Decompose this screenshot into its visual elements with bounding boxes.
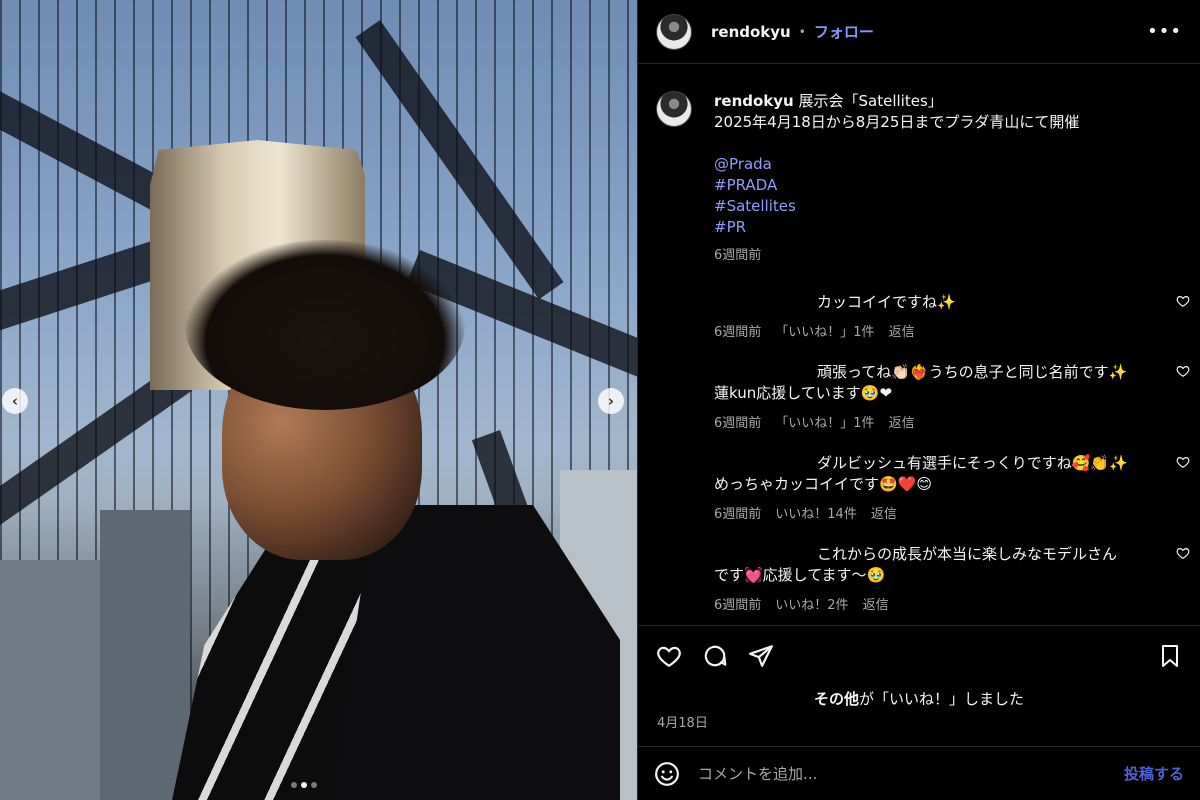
comment-meta: 6週間前 「いいね！」1件 返信: [714, 412, 1152, 431]
small-heart-icon[interactable]: [1176, 455, 1190, 469]
comment-text: 頑張ってね👏🏻❤️‍🔥うちの息子と同じ名前です✨: [817, 363, 1128, 381]
comment-item: カッコイイですね✨ 6週間前 「いいね！」1件 返信: [714, 292, 1190, 340]
small-heart-icon[interactable]: [1176, 294, 1190, 308]
comment-text: ダルビッシュ有選手にそっくりですね🥰👏✨: [817, 454, 1128, 472]
comment-item: 頑張ってね👏🏻❤️‍🔥うちの息子と同じ名前です✨ 蓮kun応援しています🥹❤ 6…: [714, 362, 1190, 431]
share-icon[interactable]: [748, 643, 774, 669]
comment-text: これからの成長が本当に楽しみなモデルさん: [817, 545, 1118, 563]
small-heart-icon[interactable]: [1176, 364, 1190, 378]
heart-icon[interactable]: [656, 643, 682, 669]
comment-input[interactable]: [698, 764, 1124, 783]
carousel-dot-active: [301, 782, 307, 788]
small-heart-icon[interactable]: [1176, 546, 1190, 560]
carousel-dot: [291, 782, 297, 788]
carousel-indicator: [291, 782, 317, 788]
comment-likes[interactable]: いいね！2件: [775, 594, 848, 613]
avatar[interactable]: [656, 13, 692, 50]
comment-text: カッコイイですね✨: [817, 293, 956, 311]
comments-feed[interactable]: rendokyu 展示会「Satellites」 2025年4月18日から8月2…: [638, 65, 1200, 625]
comment-text: 蓮kun応援しています🥹❤: [714, 384, 893, 402]
header-username[interactable]: rendokyu: [711, 23, 791, 41]
likes-others[interactable]: その他: [814, 690, 859, 708]
separator-dot: •: [798, 24, 806, 39]
comment-text: めっちゃカッコイイです🤩❤️😊: [714, 475, 932, 493]
comment-list: カッコイイですね✨ 6週間前 「いいね！」1件 返信 頑張ってね👏🏻❤️‍🔥うち…: [714, 292, 1190, 613]
caption-timestamp: 6週間前: [714, 248, 762, 263]
action-bar: [638, 625, 1200, 685]
tag-link[interactable]: #Satellites: [714, 196, 1079, 217]
likes-text: が「いいね！」しました: [859, 690, 1025, 708]
comment-composer: 投稿する: [638, 746, 1200, 800]
reply-button[interactable]: 返信: [871, 503, 897, 522]
tag-link[interactable]: #PRADA: [714, 175, 1079, 196]
comment-icon[interactable]: [702, 643, 728, 669]
comment-timestamp: 6週間前: [714, 598, 762, 613]
hair: [185, 240, 465, 410]
more-options-icon[interactable]: •••: [1147, 21, 1182, 42]
reply-button[interactable]: 返信: [889, 321, 915, 340]
reply-button[interactable]: 返信: [863, 594, 889, 613]
comment-meta: 6週間前 「いいね！」1件 返信: [714, 321, 1152, 340]
tag-link[interactable]: @Prada: [714, 154, 1079, 175]
reply-button[interactable]: 返信: [889, 412, 915, 431]
post-side-panel: rendokyu • フォロー ••• rendokyu 展示会「Satelli…: [637, 0, 1200, 800]
likes-summary[interactable]: その他が「いいね！」しました: [638, 688, 1200, 709]
post-caption: rendokyu 展示会「Satellites」 2025年4月18日から8月2…: [656, 91, 1182, 266]
caption-title: 展示会「Satellites」: [798, 92, 943, 110]
comment-timestamp: 6週間前: [714, 416, 762, 431]
comment-meta: 6週間前 いいね！14件 返信: [714, 503, 1152, 522]
post-photo: ‹ ›: [0, 0, 637, 800]
chevron-right-icon: ›: [607, 392, 615, 410]
carousel-prev-button[interactable]: ‹: [2, 388, 28, 414]
caption-username[interactable]: rendokyu: [714, 92, 794, 110]
caption-line: 2025年4月18日から8月25日までプラダ青山にて開催: [714, 113, 1080, 131]
carousel-dot: [311, 782, 317, 788]
avatar[interactable]: [656, 91, 692, 127]
photo-building: [100, 510, 190, 800]
comment-item: これからの成長が本当に楽しみなモデルさん です💓応援してます〜🥹 6週間前 いい…: [714, 544, 1190, 613]
carousel-next-button[interactable]: ›: [598, 388, 624, 414]
follow-button[interactable]: フォロー: [814, 21, 874, 42]
comment-text: です💓応援してます〜🥹: [714, 566, 886, 584]
comment-likes[interactable]: いいね！14件: [775, 503, 857, 522]
comment-item: ダルビッシュ有選手にそっくりですね🥰👏✨ めっちゃカッコイイです🤩❤️😊 6週間…: [714, 453, 1190, 522]
comment-likes[interactable]: 「いいね！」1件: [775, 321, 874, 340]
comment-likes[interactable]: 「いいね！」1件: [775, 412, 874, 431]
post-header: rendokyu • フォロー •••: [638, 0, 1200, 64]
comment-meta: 6週間前 いいね！2件 返信: [714, 594, 1152, 613]
tag-link[interactable]: #PR: [714, 217, 1079, 238]
caption-text: rendokyu 展示会「Satellites」 2025年4月18日から8月2…: [714, 91, 1079, 266]
post-date: 4月18日: [657, 716, 708, 731]
chevron-left-icon: ‹: [11, 392, 19, 410]
post-comment-button[interactable]: 投稿する: [1124, 763, 1184, 784]
bookmark-icon[interactable]: [1158, 643, 1182, 669]
comment-timestamp: 6週間前: [714, 507, 762, 522]
emoji-icon[interactable]: [654, 761, 680, 787]
comment-timestamp: 6週間前: [714, 325, 762, 340]
